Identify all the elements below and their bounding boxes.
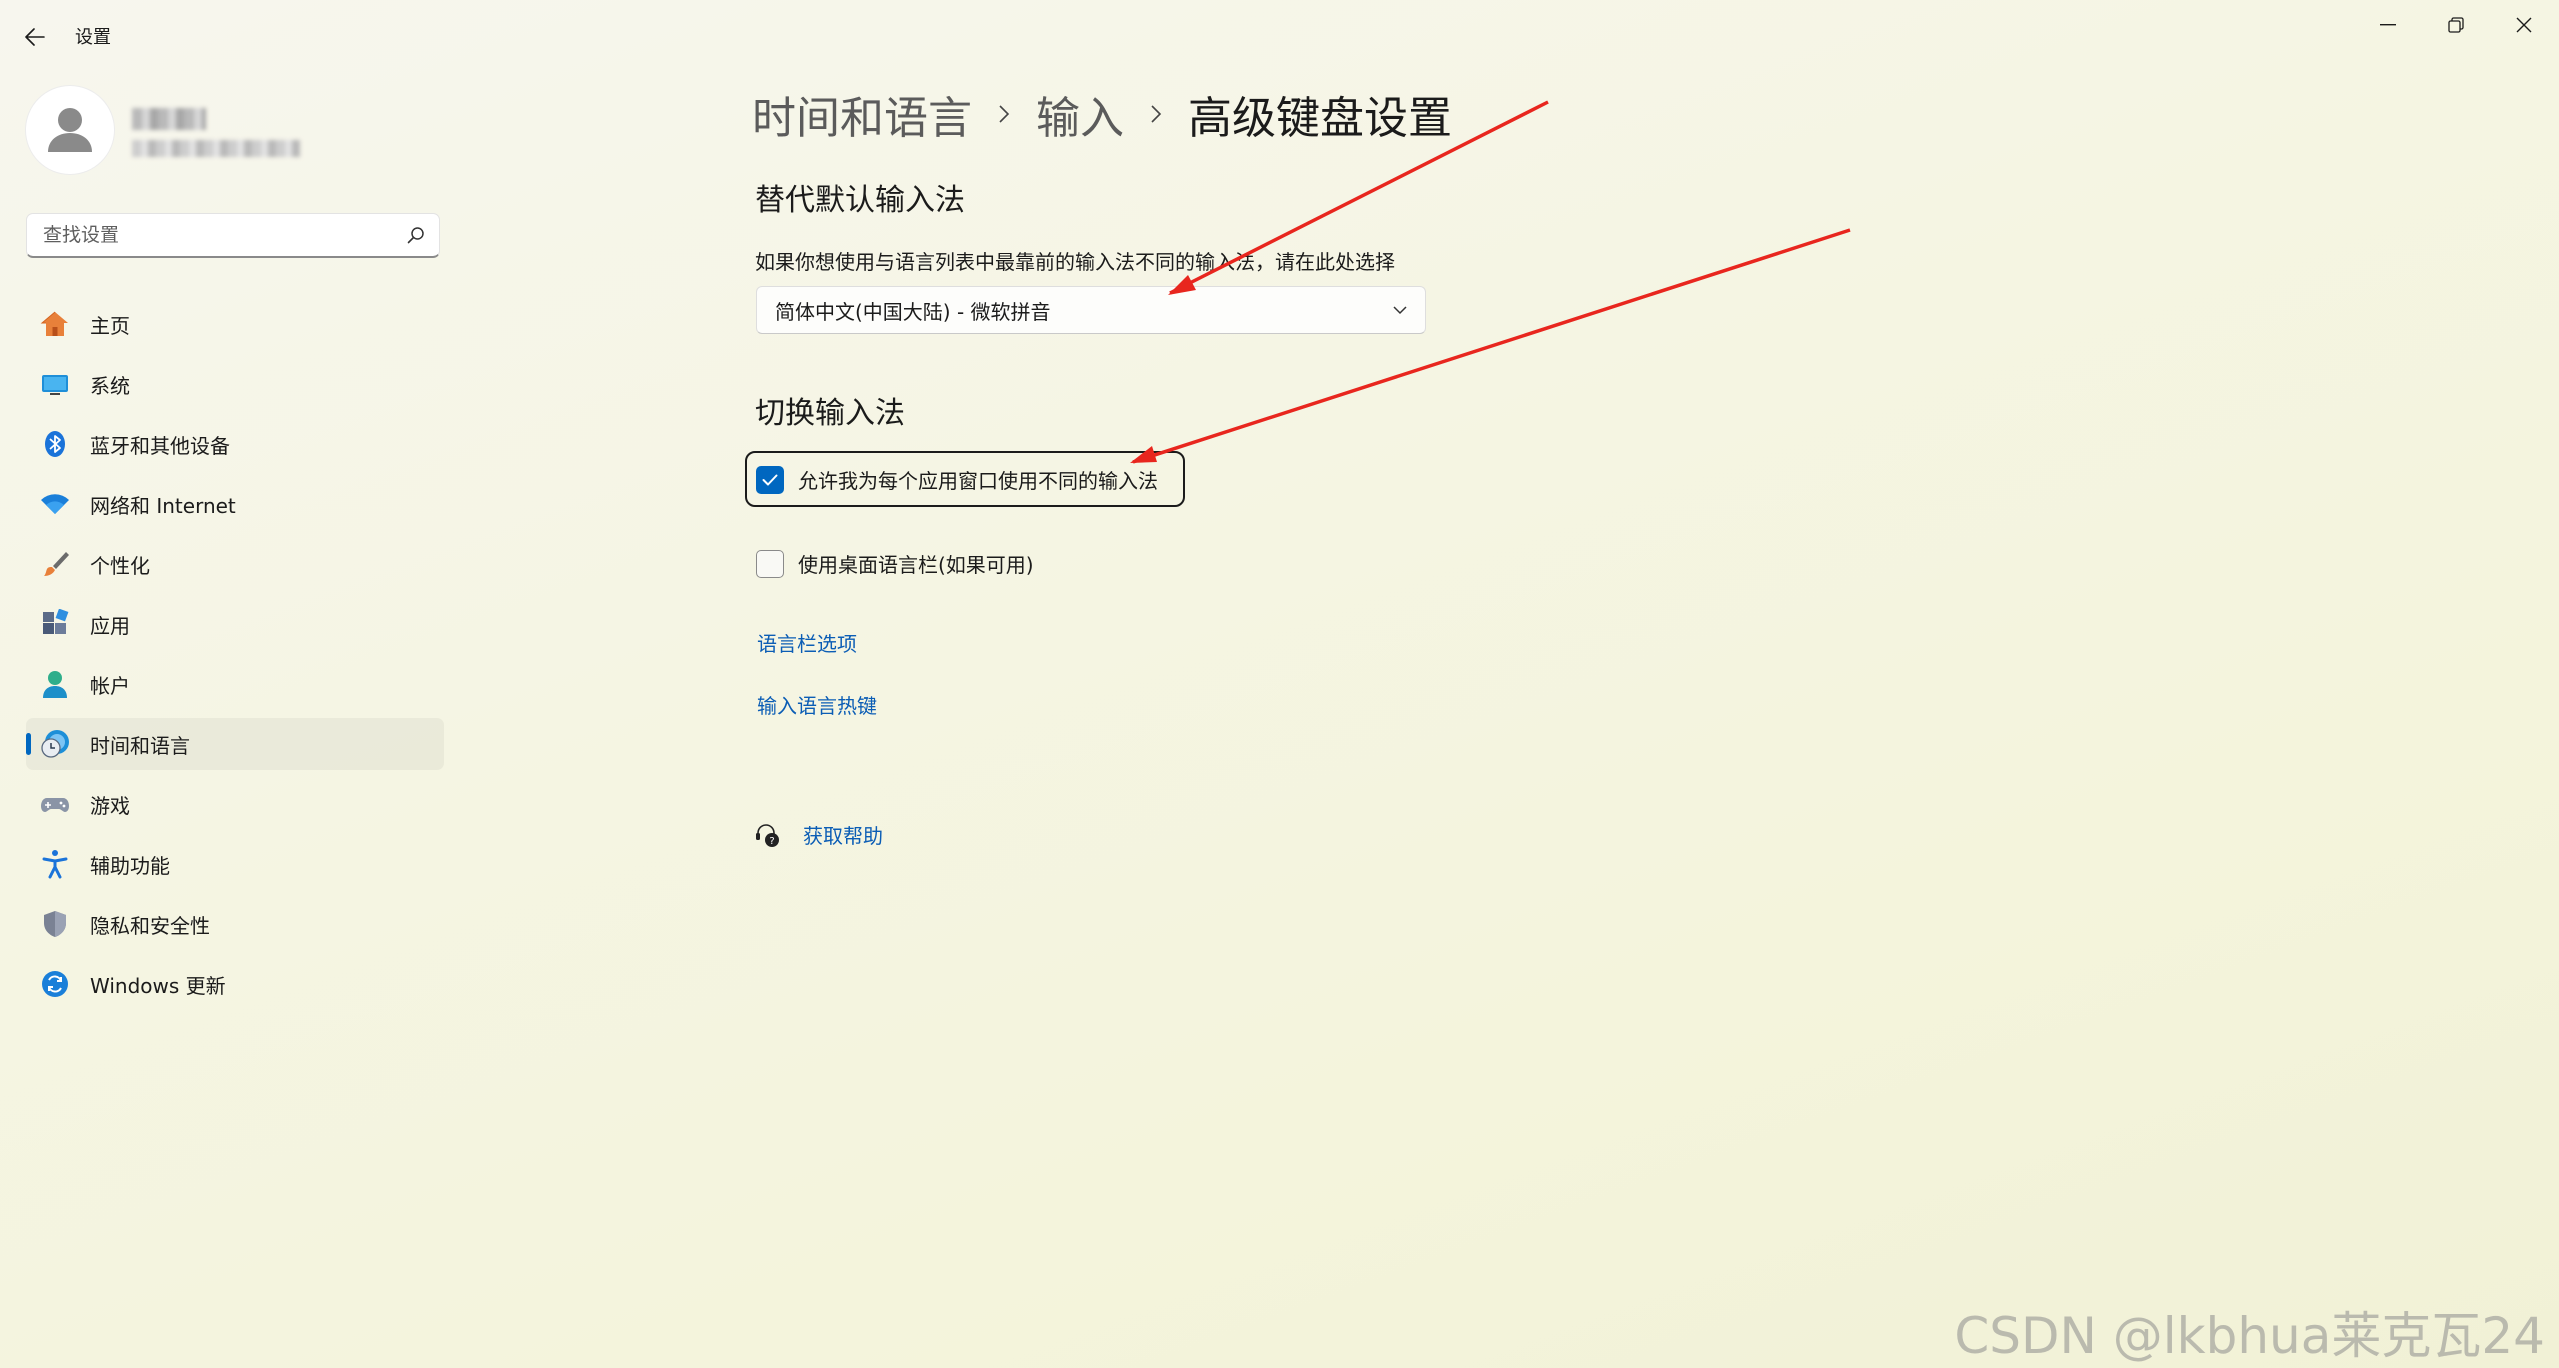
wifi-icon	[40, 489, 70, 519]
restore-button[interactable]	[2426, 10, 2486, 40]
restore-icon	[2448, 17, 2464, 33]
accessibility-icon	[40, 849, 70, 879]
chevron-down-icon	[1393, 305, 1407, 314]
checkbox-label: 允许我为每个应用窗口使用不同的输入法	[798, 469, 1158, 493]
checkmark-icon	[762, 474, 778, 485]
sidebar-item-gaming[interactable]: 游戏	[26, 778, 444, 830]
section-description: 如果你想使用与语言列表中最靠前的输入法不同的输入法，请在此处选择	[755, 250, 1395, 274]
user-silhouette-icon	[48, 108, 92, 152]
back-button[interactable]	[18, 22, 52, 52]
blurred-user-email	[132, 140, 300, 157]
search-icon[interactable]	[407, 226, 425, 244]
sidebar-item-accounts[interactable]: 帐户	[26, 658, 444, 710]
sidebar-nav: 主页 系统 蓝牙和其他设备 网络和 Internet 个性化 应用 帐户 时间和…	[26, 298, 444, 1018]
sidebar-item-windows-update[interactable]: Windows 更新	[26, 958, 444, 1010]
close-button[interactable]	[2494, 10, 2554, 40]
update-icon	[40, 969, 70, 999]
breadcrumb-input[interactable]: 输入	[1036, 82, 1124, 146]
breadcrumb: 时间和语言 输入 高级键盘设置	[752, 82, 1452, 146]
active-indicator	[26, 733, 31, 755]
sidebar-item-apps[interactable]: 应用	[26, 598, 444, 650]
breadcrumb-separator-icon	[1150, 104, 1162, 124]
checkbox-unchecked[interactable]	[756, 549, 784, 578]
language-bar-options-link[interactable]: 语言栏选项	[757, 628, 857, 657]
sidebar-item-time-language[interactable]: 时间和语言	[26, 718, 444, 770]
sidebar-item-bluetooth[interactable]: 蓝牙和其他设备	[26, 418, 444, 470]
home-icon	[40, 309, 70, 339]
breadcrumb-separator-icon	[998, 104, 1010, 124]
sidebar-item-personalization[interactable]: 个性化	[26, 538, 444, 590]
shield-icon	[40, 909, 70, 939]
avatar[interactable]	[26, 86, 114, 174]
back-arrow-icon	[25, 28, 45, 46]
sidebar-item-home[interactable]: 主页	[26, 298, 444, 350]
close-icon	[2516, 17, 2532, 33]
blurred-user-name	[132, 108, 206, 130]
input-method-dropdown[interactable]: 简体中文(中国大陆) - 微软拼音	[756, 286, 1426, 334]
gamepad-icon	[40, 789, 70, 819]
brush-icon	[40, 549, 70, 579]
help-icon: ?	[756, 823, 779, 847]
account-icon	[40, 669, 70, 699]
watermark: CSDN @lkbhua莱克瓦24	[1954, 1307, 2545, 1365]
page-title: 高级键盘设置	[1188, 93, 1452, 144]
section-title-default-input-method: 替代默认输入法	[755, 183, 965, 218]
sidebar-item-accessibility[interactable]: 辅助功能	[26, 838, 444, 890]
get-help-link[interactable]: 获取帮助	[803, 820, 883, 849]
per-app-input-method-checkbox[interactable]: 允许我为每个应用窗口使用不同的输入法	[756, 465, 1158, 494]
bluetooth-icon	[40, 429, 70, 459]
dropdown-value: 简体中文(中国大陆) - 微软拼音	[775, 299, 1051, 324]
desktop-language-bar-checkbox[interactable]: 使用桌面语言栏(如果可用)	[756, 549, 1034, 578]
checkbox-checked[interactable]	[756, 465, 784, 494]
time-language-icon	[40, 729, 70, 759]
minimize-icon	[2380, 24, 2396, 26]
section-title-switch-input-method: 切换输入法	[755, 396, 905, 431]
minimize-button[interactable]	[2358, 10, 2418, 40]
search-box[interactable]	[26, 213, 440, 258]
app-title: 设置	[75, 27, 111, 48]
search-input[interactable]	[41, 223, 407, 247]
sidebar-item-system[interactable]: 系统	[26, 358, 444, 410]
get-help-row[interactable]: ? 获取帮助	[755, 820, 883, 849]
checkbox-label: 使用桌面语言栏(如果可用)	[798, 553, 1034, 577]
svg-text:?: ?	[769, 836, 774, 847]
system-icon	[40, 369, 70, 399]
sidebar-item-privacy[interactable]: 隐私和安全性	[26, 898, 444, 950]
input-language-hotkeys-link[interactable]: 输入语言热键	[757, 690, 877, 719]
breadcrumb-time-language[interactable]: 时间和语言	[752, 82, 972, 146]
apps-icon	[40, 609, 70, 639]
sidebar-item-network[interactable]: 网络和 Internet	[26, 478, 444, 530]
